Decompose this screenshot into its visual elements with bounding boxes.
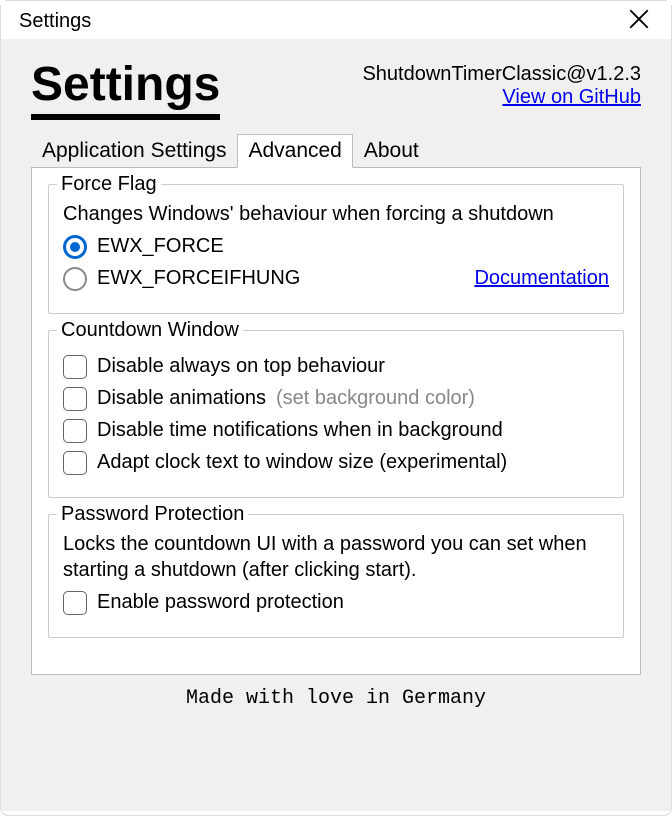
checkbox-adapt-clock-label: Adapt clock text to window size (experim… — [97, 451, 507, 474]
radio-ewx-forceifhung-label: EWX_FORCEIFHUNG — [97, 267, 300, 290]
radio-ewx-force-label: EWX_FORCE — [97, 235, 224, 258]
app-info: ShutdownTimerClassic@v1.2.3 View on GitH… — [362, 59, 641, 109]
tab-strip: Application Settings Advanced About — [31, 134, 641, 168]
header-row: Settings ShutdownTimerClassic@v1.2.3 Vie… — [31, 59, 641, 120]
tab-body-advanced: Force Flag Changes Windows' behaviour wh… — [31, 167, 641, 675]
content-area: Settings ShutdownTimerClassic@v1.2.3 Vie… — [1, 39, 671, 811]
disable-animations-hint: (set background color) — [276, 387, 475, 410]
documentation-link[interactable]: Documentation — [474, 267, 609, 290]
footer-text: Made with love in Germany — [31, 687, 641, 710]
checkbox-disable-on-top[interactable] — [63, 355, 87, 379]
checkbox-disable-animations-label: Disable animations — [97, 387, 266, 410]
password-description: Locks the countdown UI with a password y… — [63, 531, 609, 583]
group-force-flag: Force Flag Changes Windows' behaviour wh… — [48, 184, 624, 314]
page-title: Settings — [31, 59, 220, 120]
group-password-protection: Password Protection Locks the countdown … — [48, 514, 624, 638]
checkbox-enable-password-label: Enable password protection — [97, 591, 344, 614]
check-row-adapt-clock: Adapt clock text to window size (experim… — [63, 451, 609, 475]
radio-ewx-forceifhung[interactable] — [63, 267, 87, 291]
checkbox-disable-notifications-label: Disable time notifications when in backg… — [97, 419, 503, 442]
app-version-label: ShutdownTimerClassic@v1.2.3 — [362, 63, 641, 86]
close-icon[interactable] — [623, 7, 655, 35]
tab-about[interactable]: About — [353, 134, 430, 168]
radio-ewx-force[interactable] — [63, 235, 87, 259]
check-row-disable-animations: Disable animations (set background color… — [63, 387, 609, 411]
checkbox-adapt-clock[interactable] — [63, 451, 87, 475]
group-countdown-title: Countdown Window — [57, 319, 243, 342]
tab-application-settings[interactable]: Application Settings — [31, 134, 237, 168]
titlebar: Settings — [1, 1, 671, 39]
checkbox-disable-notifications[interactable] — [63, 419, 87, 443]
checkbox-disable-on-top-label: Disable always on top behaviour — [97, 355, 385, 378]
group-password-title: Password Protection — [57, 503, 248, 526]
window-title: Settings — [19, 10, 91, 33]
checkbox-disable-animations[interactable] — [63, 387, 87, 411]
group-force-flag-title: Force Flag — [57, 173, 161, 196]
check-row-enable-password: Enable password protection — [63, 591, 609, 615]
group-countdown-window: Countdown Window Disable always on top b… — [48, 330, 624, 498]
check-row-disable-on-top: Disable always on top behaviour — [63, 355, 609, 379]
check-row-disable-notifications: Disable time notifications when in backg… — [63, 419, 609, 443]
tab-advanced[interactable]: Advanced — [237, 134, 352, 168]
radio-row-ewx-force: EWX_FORCE — [63, 235, 609, 259]
github-link[interactable]: View on GitHub — [502, 86, 641, 108]
force-flag-description: Changes Windows' behaviour when forcing … — [63, 201, 609, 227]
checkbox-enable-password[interactable] — [63, 591, 87, 615]
radio-row-ewx-forceifhung: EWX_FORCEIFHUNG Documentation — [63, 267, 609, 291]
